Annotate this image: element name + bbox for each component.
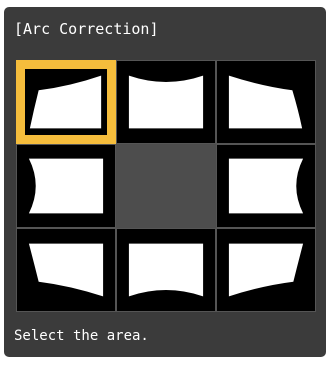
area-top-left[interactable] [16, 60, 116, 144]
edge-bottom-arc-icon [128, 243, 204, 297]
area-top-right[interactable] [216, 60, 316, 144]
corner-bottom-right-arc-icon [228, 243, 304, 297]
area-grid [16, 60, 316, 312]
corner-top-left-arc-icon [29, 75, 102, 129]
area-bottom-right[interactable] [216, 228, 316, 312]
area-center [116, 144, 216, 228]
area-middle-left[interactable] [16, 144, 116, 228]
corner-bottom-left-arc-icon [28, 243, 104, 297]
edge-top-arc-icon [128, 75, 204, 129]
area-middle-right[interactable] [216, 144, 316, 228]
edge-right-arc-icon [228, 158, 304, 214]
status-message: Select the area. [14, 328, 149, 344]
area-bottom-left[interactable] [16, 228, 116, 312]
edge-left-arc-icon [28, 158, 104, 214]
corner-top-right-arc-icon [228, 75, 303, 129]
area-bottom-center[interactable] [116, 228, 216, 312]
area-top-center[interactable] [116, 60, 216, 144]
panel-title: [Arc Correction] [14, 20, 159, 38]
arc-correction-panel: [Arc Correction] Select the area. [4, 7, 326, 357]
